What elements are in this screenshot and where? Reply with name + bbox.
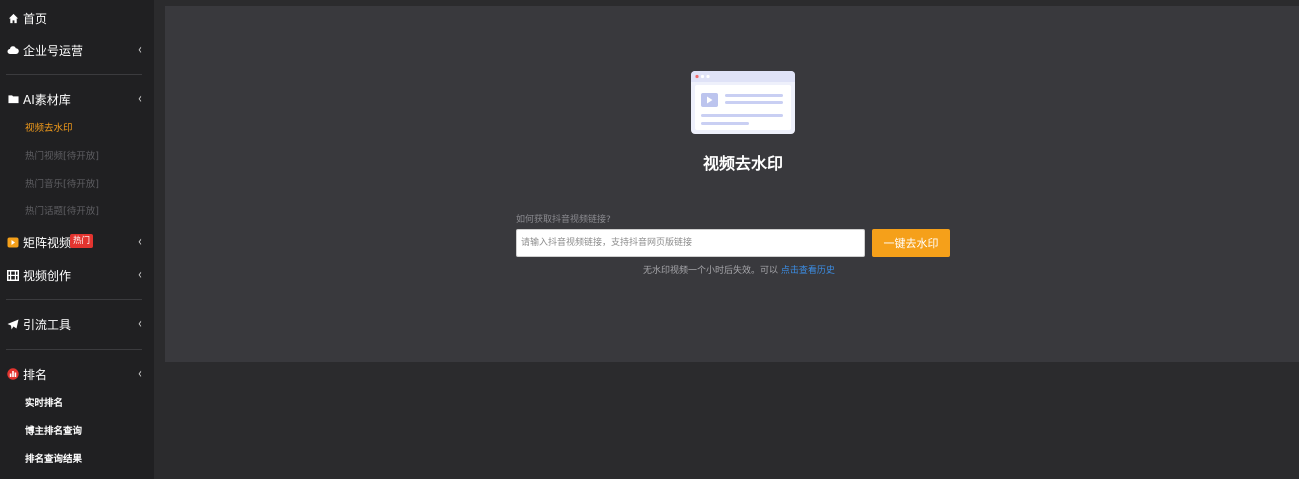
cloud-icon bbox=[7, 44, 19, 56]
film-icon bbox=[7, 269, 19, 281]
submenu-item-ranking-query-results[interactable]: 排名查询结果 bbox=[25, 452, 82, 468]
submenu-item-realtime-ranking[interactable]: 实时排名 bbox=[25, 396, 63, 412]
chevron-left-icon[interactable]: ‹ bbox=[138, 316, 142, 331]
sidebar-divider bbox=[6, 349, 142, 350]
chevron-left-icon[interactable]: ‹ bbox=[138, 42, 142, 57]
sidebar-item-label: 引流工具 bbox=[23, 317, 72, 332]
main-panel bbox=[165, 6, 1299, 362]
sidebar-item-home[interactable]: 首页 bbox=[0, 8, 154, 28]
sidebar-item-label: 视频创作 bbox=[23, 268, 72, 283]
video-url-input[interactable] bbox=[516, 229, 865, 257]
chevron-left-icon[interactable]: ‹ bbox=[138, 267, 142, 282]
ranking-icon bbox=[7, 368, 19, 380]
sidebar-item-label: 矩阵视频 bbox=[23, 235, 72, 250]
submenu-item-hot-topics[interactable]: 热门话题[待开放] bbox=[25, 204, 99, 220]
chevron-left-icon[interactable]: ‹ bbox=[138, 234, 142, 249]
sidebar-item-ranking[interactable]: 排名 ‹ bbox=[0, 364, 154, 384]
sidebar-divider bbox=[6, 299, 142, 300]
chevron-left-icon[interactable]: ‹ bbox=[138, 366, 142, 381]
expiry-note-text: 无水印视频一个小时后失效。可以 bbox=[643, 266, 779, 276]
help-link[interactable]: 如何获取抖音视频链接? bbox=[516, 212, 611, 225]
chevron-left-icon[interactable]: ‹ bbox=[138, 91, 142, 106]
page-title: 视频去水印 bbox=[702, 154, 783, 173]
sidebar-item-enterprise[interactable]: 企业号运营 ‹ bbox=[0, 40, 154, 60]
sidebar-divider bbox=[6, 74, 142, 75]
submenu-item-hot-music[interactable]: 热门音乐[待开放] bbox=[25, 177, 99, 193]
video-badge-icon bbox=[7, 236, 19, 248]
sidebar-item-label: AI素材库 bbox=[23, 92, 71, 107]
home-icon bbox=[7, 12, 19, 24]
hot-badge: 热门 bbox=[70, 234, 94, 248]
sidebar-item-ai-library[interactable]: AI素材库 ‹ bbox=[0, 89, 154, 109]
expiry-note: 无水印视频一个小时后失效。可以 点击查看历史 bbox=[643, 263, 835, 276]
remove-watermark-button[interactable]: 一键去水印 bbox=[872, 229, 950, 257]
folder-icon bbox=[7, 93, 19, 105]
sidebar-item-label: 排名 bbox=[23, 367, 48, 382]
sidebar-item-label: 首页 bbox=[23, 11, 48, 26]
video-illustration bbox=[691, 71, 795, 134]
submenu-item-blogger-ranking-query[interactable]: 博主排名查询 bbox=[25, 424, 82, 440]
view-history-link[interactable]: 点击查看历史 bbox=[781, 266, 835, 276]
sidebar-item-video-create[interactable]: 视频创作 ‹ bbox=[0, 265, 154, 285]
paper-plane-icon bbox=[7, 318, 19, 330]
sidebar: 首页 企业号运营 ‹ AI素材库 ‹ 视频去水印 热门视频[待开放] 热门音乐[… bbox=[0, 0, 154, 479]
sidebar-item-traffic-tools[interactable]: 引流工具 ‹ bbox=[0, 314, 154, 334]
sidebar-item-matrix-video[interactable]: 矩阵视频 热门 ‹ bbox=[0, 232, 154, 252]
submenu-item-hot-videos[interactable]: 热门视频[待开放] bbox=[25, 149, 99, 165]
sidebar-item-label: 企业号运营 bbox=[23, 43, 84, 58]
submenu-item-watermark-removal[interactable]: 视频去水印 bbox=[25, 121, 73, 137]
